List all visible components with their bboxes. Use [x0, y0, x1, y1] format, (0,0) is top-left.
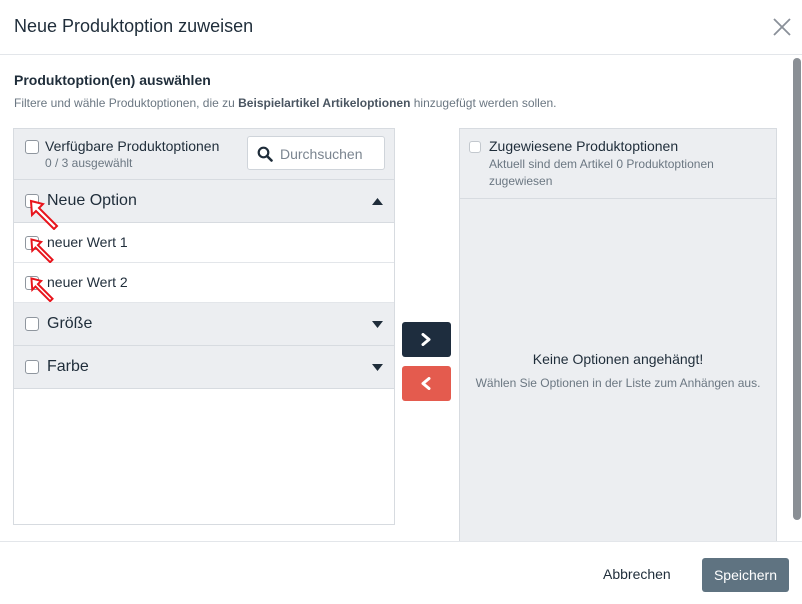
caret-down-icon[interactable]: [372, 321, 383, 328]
caret-up-icon[interactable]: [372, 198, 383, 205]
group-checkbox-neue-option[interactable]: [25, 194, 39, 208]
assigned-options-header: Zugewiesene Produktoptionen Aktuell sind…: [460, 129, 776, 199]
available-options-panel: Verfügbare Produktoptionen 0 / 3 ausgewä…: [13, 128, 395, 525]
section-description-suffix: hinzugefügt werden sollen.: [410, 96, 557, 110]
section-description-prefix: Filtere und wähle Produktoptionen, die z…: [14, 96, 239, 110]
add-options-button[interactable]: [402, 322, 451, 357]
option-value-label: neuer Wert 2: [47, 274, 128, 290]
empty-state-hint: Wählen Sie Optionen in der Liste zum Anh…: [475, 376, 761, 390]
value-checkbox[interactable]: [25, 276, 39, 290]
option-group-groesse[interactable]: Größe: [14, 303, 394, 346]
search-placeholder: Durchsuchen: [280, 146, 363, 162]
section-title: Produktoption(en) auswählen: [14, 72, 211, 88]
group-checkbox-groesse[interactable]: [25, 317, 39, 331]
group-label: Größe: [47, 315, 93, 332]
cancel-button[interactable]: Abbrechen: [603, 566, 671, 582]
option-value-label: neuer Wert 1: [47, 234, 128, 250]
search-icon: [257, 146, 273, 162]
assigned-options-empty-state: Keine Optionen angehängt! Wählen Sie Opt…: [460, 199, 776, 549]
modal-title: Neue Produktoption zuweisen: [14, 16, 254, 36]
value-checkbox[interactable]: [25, 236, 39, 250]
chevron-right-icon: [421, 333, 431, 346]
empty-state-title: Keine Optionen angehängt!: [532, 351, 704, 367]
modal-header: Neue Produktoption zuweisen: [0, 0, 802, 55]
search-input[interactable]: Durchsuchen: [247, 136, 385, 170]
option-group-neue-option[interactable]: Neue Option: [14, 180, 394, 223]
caret-down-icon[interactable]: [372, 364, 383, 371]
assigned-options-title: Zugewiesene Produktoptionen: [489, 138, 679, 154]
section-description: Filtere und wähle Produktoptionen, die z…: [14, 96, 557, 110]
assigned-options-subtitle: Aktuell sind dem Artikel 0 Produktoption…: [489, 157, 714, 188]
close-icon[interactable]: [770, 15, 794, 39]
modal-scrollbar[interactable]: [793, 58, 801, 520]
select-all-assigned-checkbox[interactable]: [469, 141, 481, 153]
available-options-header: Verfügbare Produktoptionen 0 / 3 ausgewä…: [14, 129, 394, 180]
select-all-available-checkbox[interactable]: [25, 140, 39, 154]
assigned-options-panel: Zugewiesene Produktoptionen Aktuell sind…: [459, 128, 777, 549]
save-button[interactable]: Speichern: [702, 558, 789, 592]
selection-count: 0 / 3 ausgewählt: [45, 156, 133, 170]
chevron-left-icon: [421, 377, 431, 390]
article-name: Beispielartikel Artikeloptionen: [238, 96, 411, 110]
group-label: Farbe: [47, 358, 89, 375]
group-label: Neue Option: [47, 192, 137, 209]
option-value-row[interactable]: neuer Wert 1: [14, 223, 394, 263]
option-value-row[interactable]: neuer Wert 2: [14, 263, 394, 303]
option-group-farbe[interactable]: Farbe: [14, 346, 394, 389]
group-checkbox-farbe[interactable]: [25, 360, 39, 374]
remove-options-button[interactable]: [402, 366, 451, 401]
modal-footer: Abbrechen Speichern: [0, 541, 802, 604]
available-options-title: Verfügbare Produktoptionen: [45, 138, 220, 154]
